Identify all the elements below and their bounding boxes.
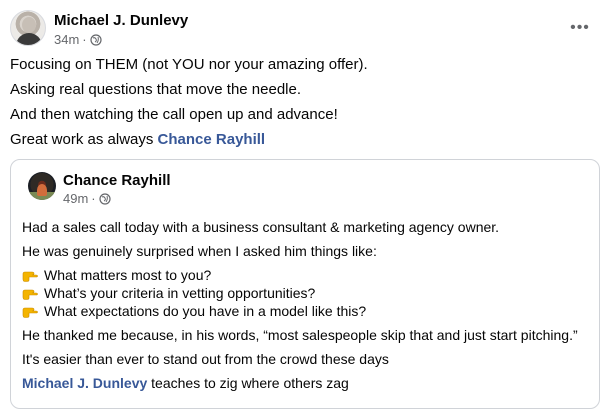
shared-post-text: Had a sales call today with a business c… (22, 218, 589, 392)
post-paragraph: Focusing on THEM (not YOU nor your amazi… (10, 56, 368, 73)
mention-link[interactable]: Michael J. Dunlevy (22, 375, 147, 391)
avatar-head (22, 17, 36, 33)
closing-text: teaches to zig where others zag (147, 375, 349, 391)
mention-link[interactable]: Chance Rayhill (158, 131, 266, 148)
author-avatar[interactable] (10, 10, 46, 46)
post-paragraph: And then watching the call open up and a… (10, 106, 338, 123)
meta-separator: · (91, 191, 96, 206)
question-list: What matters most to you? What’s your cr… (22, 266, 589, 320)
more-options-button[interactable]: ••• (568, 18, 592, 38)
question-text: What’s your criteria in vetting opportun… (44, 285, 316, 301)
question-text: What matters most to you? (44, 267, 212, 283)
globe-icon[interactable] (90, 33, 102, 46)
list-item: What’s your criteria in vetting opportun… (22, 284, 589, 302)
shared-paragraph: He was genuinely surprised when I asked … (22, 243, 377, 259)
shared-author-avatar[interactable] (28, 172, 56, 200)
post-closing: Great work as always Chance Rayhill (10, 130, 594, 150)
avatar-shoulders (16, 33, 42, 45)
meta-separator: · (82, 32, 87, 47)
shared-paragraph: It's easier than ever to stand out from … (22, 351, 389, 367)
shared-author-name[interactable]: Chance Rayhill (63, 172, 171, 189)
shared-timestamp[interactable]: 49m (63, 191, 88, 206)
pointing-right-icon (22, 289, 38, 300)
list-item: What matters most to you? (22, 266, 589, 284)
pointing-right-icon (22, 307, 38, 318)
post-timestamp[interactable]: 34m (54, 32, 79, 47)
author-name[interactable]: Michael J. Dunlevy (54, 12, 188, 29)
shared-paragraph: He thanked me because, in his words, “mo… (22, 327, 578, 343)
globe-icon[interactable] (99, 192, 111, 205)
post-header: Michael J. Dunlevy 34m · ••• (10, 10, 594, 50)
question-text: What expectations do you have in a model… (44, 303, 367, 319)
list-item: What expectations do you have in a model… (22, 302, 589, 320)
shared-post-card[interactable]: Chance Rayhill 49m · Had a sales call to… (10, 159, 600, 409)
post-meta: 34m · (54, 32, 102, 47)
closing-text: Great work as always (10, 131, 158, 148)
post-paragraph: Asking real questions that move the need… (10, 81, 302, 98)
more-options-icon: ••• (570, 19, 590, 36)
avatar-figure (37, 184, 47, 196)
pointing-right-icon (22, 271, 38, 282)
shared-closing: Michael J. Dunlevy teaches to zig where … (22, 374, 589, 392)
shared-paragraph: Had a sales call today with a business c… (22, 219, 500, 235)
shared-post-meta: 49m · (63, 191, 111, 206)
post-text: Focusing on THEM (not YOU nor your amazi… (10, 55, 594, 155)
